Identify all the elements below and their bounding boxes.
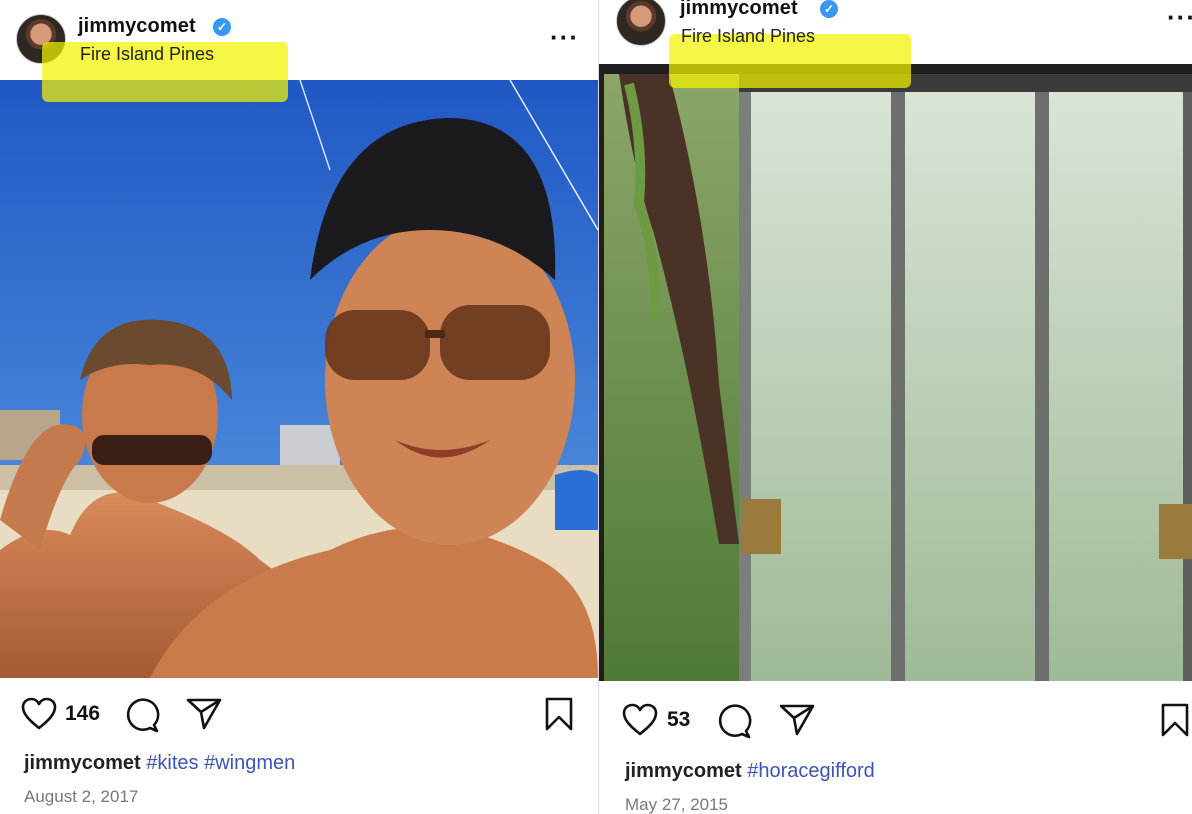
post-photo[interactable]: [0, 80, 598, 678]
post-photo[interactable]: [599, 64, 1192, 681]
hashtag-link[interactable]: #wingmen: [204, 752, 295, 774]
bookmark-icon[interactable]: [1161, 703, 1189, 737]
paper-plane-icon[interactable]: [779, 703, 815, 737]
caption: jimmycomet #horacegifford: [625, 760, 875, 783]
avatar[interactable]: [616, 0, 666, 46]
username[interactable]: jimmycomet: [680, 0, 798, 20]
caption-username[interactable]: jimmycomet: [625, 760, 742, 782]
heart-icon[interactable]: [21, 697, 57, 731]
post-date: August 2, 2017: [24, 787, 139, 806]
verified-badge-icon: ✓: [213, 18, 231, 36]
username[interactable]: jimmycomet: [78, 15, 196, 38]
hashtag-link[interactable]: #kites: [146, 752, 198, 774]
comment-icon[interactable]: [716, 703, 752, 739]
hashtag-link[interactable]: #horacegifford: [747, 760, 875, 782]
post-date: May 27, 2015: [625, 795, 729, 814]
caption: jimmycomet #kites #wingmen: [24, 752, 295, 775]
instagram-post: jimmycomet ✓ Fire Island Pines ···: [599, 0, 1192, 814]
window-door-image: [599, 64, 1192, 681]
paper-plane-icon[interactable]: [186, 697, 222, 731]
heart-icon[interactable]: [622, 703, 658, 737]
comment-icon[interactable]: [124, 697, 160, 733]
verified-badge-icon: ✓: [820, 0, 838, 18]
like-count[interactable]: 146: [65, 702, 100, 726]
instagram-post: jimmycomet ✓ Fire Island Pines ···: [0, 0, 598, 814]
location-link[interactable]: Fire Island Pines: [80, 44, 214, 65]
more-options-icon[interactable]: ···: [550, 22, 579, 53]
bookmark-icon[interactable]: [545, 697, 573, 731]
more-options-icon[interactable]: ···: [1167, 2, 1192, 33]
like-count[interactable]: 53: [667, 708, 690, 732]
beach-selfie-image: [0, 80, 598, 678]
caption-username[interactable]: jimmycomet: [24, 752, 141, 774]
location-link[interactable]: Fire Island Pines: [681, 26, 815, 47]
